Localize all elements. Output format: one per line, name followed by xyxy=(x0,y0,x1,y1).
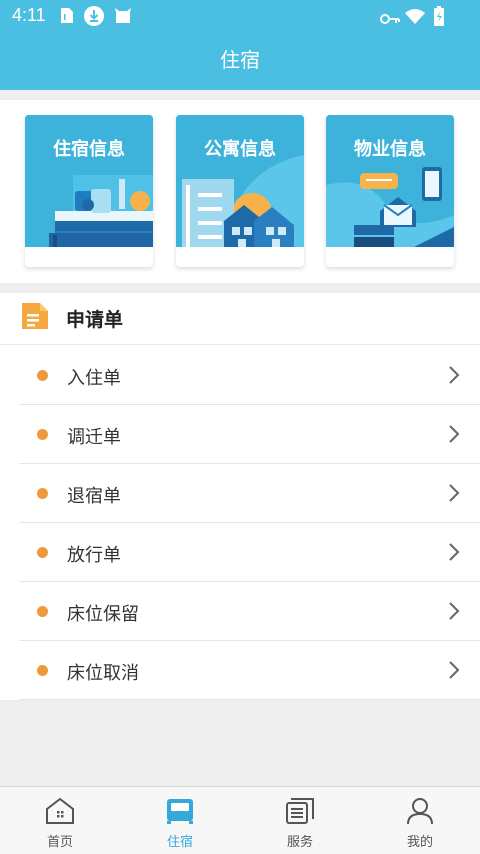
info-cards-section: 住宿信息 公寓信息 物业信息 xyxy=(0,100,480,283)
chevron-right-icon xyxy=(448,660,460,684)
wifi-icon xyxy=(405,8,425,28)
vpn-key-icon xyxy=(380,10,400,29)
status-bar: 4:11 xyxy=(0,0,480,32)
card-accommodation-info[interactable]: 住宿信息 xyxy=(25,115,153,267)
list-item-label: 入住单 xyxy=(67,368,121,389)
home-icon xyxy=(45,797,75,829)
list-item-label: 放行单 xyxy=(67,545,121,566)
bullet-dot-icon xyxy=(37,665,48,676)
list-item-label: 退宿单 xyxy=(67,486,121,507)
page-title: 住宿 xyxy=(220,50,260,72)
bullet-dot-icon xyxy=(37,488,48,499)
application-header: 申请单 xyxy=(0,293,480,345)
chevron-right-icon xyxy=(448,424,460,448)
tab-service[interactable]: 服务 xyxy=(240,787,360,854)
bullet-dot-icon xyxy=(37,429,48,440)
status-time: 4:11 xyxy=(12,5,46,25)
list-item-release[interactable]: 放行单 xyxy=(19,523,480,582)
profile-icon xyxy=(405,797,435,829)
list-item-check-out[interactable]: 退宿单 xyxy=(19,464,480,523)
chevron-right-icon xyxy=(448,601,460,625)
service-icon xyxy=(285,797,315,829)
bullet-dot-icon xyxy=(37,606,48,617)
chevron-right-icon xyxy=(448,365,460,389)
list-item-bed-cancel[interactable]: 床位取消 xyxy=(19,641,480,700)
bottom-tab-bar: 首页 住宿 服务 我的 xyxy=(0,786,480,854)
tab-label: 首页 xyxy=(46,835,73,850)
list-item-label: 床位取消 xyxy=(67,663,139,684)
card-title: 公寓信息 xyxy=(204,139,276,160)
tab-profile[interactable]: 我的 xyxy=(360,787,480,854)
list-item-label: 调迁单 xyxy=(67,427,121,448)
bullet-dot-icon xyxy=(37,370,48,381)
sim-icon xyxy=(60,7,74,28)
list-item-bed-reserve[interactable]: 床位保留 xyxy=(19,582,480,641)
app-bar: 住宿 xyxy=(0,32,480,90)
tab-home[interactable]: 首页 xyxy=(0,787,120,854)
card-title: 住宿信息 xyxy=(53,139,125,160)
tab-label: 我的 xyxy=(406,835,433,850)
battery-icon xyxy=(433,6,445,30)
chevron-right-icon xyxy=(448,483,460,507)
tab-accommodation[interactable]: 住宿 xyxy=(120,787,240,854)
download-icon xyxy=(84,6,104,30)
app-notification-icon xyxy=(114,7,132,28)
card-title: 物业信息 xyxy=(354,139,426,160)
list-item-label: 床位保留 xyxy=(67,604,139,625)
tab-label: 服务 xyxy=(286,835,313,850)
chevron-right-icon xyxy=(448,542,460,566)
card-property-info[interactable]: 物业信息 xyxy=(326,115,454,267)
card-apartment-info[interactable]: 公寓信息 xyxy=(176,115,304,267)
tab-label: 住宿 xyxy=(166,835,193,850)
list-item-transfer[interactable]: 调迁单 xyxy=(19,405,480,464)
document-icon xyxy=(20,301,50,335)
bed-icon xyxy=(165,797,195,829)
application-section: 申请单 入住单 调迁单 退宿单 放行单 床位保留 床位取消 xyxy=(0,293,480,700)
application-title: 申请单 xyxy=(66,309,124,331)
list-item-check-in[interactable]: 入住单 xyxy=(19,346,480,405)
bullet-dot-icon xyxy=(37,547,48,558)
